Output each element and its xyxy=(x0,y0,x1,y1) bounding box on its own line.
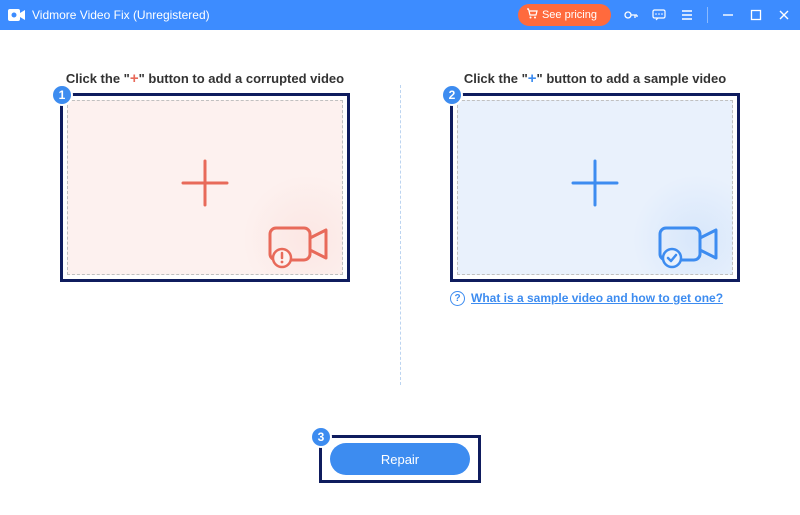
step-badge-1: 1 xyxy=(51,84,73,106)
sample-video-help-link[interactable]: What is a sample video and how to get on… xyxy=(471,290,723,306)
titlebar: Vidmore Video Fix (Unregistered) See pri… xyxy=(0,0,800,30)
help-row: ? What is a sample video and how to get … xyxy=(450,290,740,306)
add-sample-video-button[interactable] xyxy=(457,100,733,275)
sample-dropzone-wrap: 2 xyxy=(450,93,740,282)
plus-icon xyxy=(175,153,235,223)
step-badge-2: 2 xyxy=(441,84,463,106)
see-pricing-button[interactable]: See pricing xyxy=(518,4,611,26)
corrupted-dropzone-wrap: 1 xyxy=(60,93,350,282)
plus-icon: + xyxy=(528,70,537,87)
repair-button[interactable]: Repair xyxy=(330,443,470,475)
minimize-button[interactable] xyxy=(720,7,736,23)
plus-icon: + xyxy=(130,70,139,87)
main-content: Click the "+" button to add a corrupted … xyxy=(0,30,800,515)
titlebar-left: Vidmore Video Fix (Unregistered) xyxy=(8,8,210,22)
sample-instruction: Click the "+" button to add a sample vid… xyxy=(450,70,740,87)
maximize-button[interactable] xyxy=(748,7,764,23)
menu-icon[interactable] xyxy=(679,7,695,23)
repair-section: 3 Repair xyxy=(319,435,481,483)
video-check-icon xyxy=(656,220,726,270)
corrupted-video-panel: Click the "+" button to add a corrupted … xyxy=(60,70,350,306)
corrupted-instruction: Click the "+" button to add a corrupted … xyxy=(60,70,350,87)
help-icon: ? xyxy=(450,291,465,306)
repair-box: 3 Repair xyxy=(319,435,481,483)
key-icon[interactable] xyxy=(623,7,639,23)
step-badge-3: 3 xyxy=(310,426,332,448)
video-alert-icon xyxy=(266,220,336,270)
cart-icon xyxy=(526,8,538,22)
pricing-label: See pricing xyxy=(542,9,597,21)
add-corrupted-video-button[interactable] xyxy=(67,100,343,275)
close-button[interactable] xyxy=(776,7,792,23)
plus-icon xyxy=(565,153,625,223)
sample-video-panel: Click the "+" button to add a sample vid… xyxy=(450,70,740,306)
separator xyxy=(707,7,708,23)
titlebar-right: See pricing xyxy=(518,4,792,26)
app-logo-icon xyxy=(8,8,26,22)
vertical-divider xyxy=(400,85,401,385)
feedback-icon[interactable] xyxy=(651,7,667,23)
app-title: Vidmore Video Fix (Unregistered) xyxy=(32,8,210,22)
